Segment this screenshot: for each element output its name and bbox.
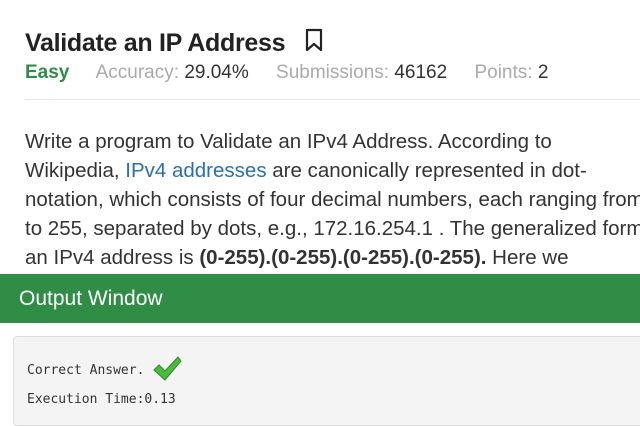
problem-meta: Easy Accuracy: 29.04% Submissions: 46162… xyxy=(25,62,570,84)
result-text: Correct Answer. xyxy=(27,363,145,378)
problem-title-text: Validate an IP Address xyxy=(25,29,286,57)
points: Points: 2 xyxy=(474,62,549,83)
submissions: Submissions: 46162 xyxy=(276,62,448,83)
problem-title: Validate an IP Address xyxy=(25,28,323,59)
output-window-header: Output Window xyxy=(0,274,640,323)
checkmark-icon xyxy=(152,355,183,386)
divider xyxy=(25,99,640,100)
output-box: Correct Answer. Execution Time:0.13 xyxy=(13,336,640,426)
bookmark-icon[interactable] xyxy=(305,28,323,59)
ipv4-link[interactable]: IPv4 addresses xyxy=(125,159,266,182)
execution-time: Execution Time:0.13 xyxy=(27,392,176,407)
accuracy: Accuracy: 29.04% xyxy=(95,62,249,83)
difficulty-badge: Easy xyxy=(25,62,70,83)
problem-description: Write a program to Validate an IPv4 Addr… xyxy=(25,130,640,269)
